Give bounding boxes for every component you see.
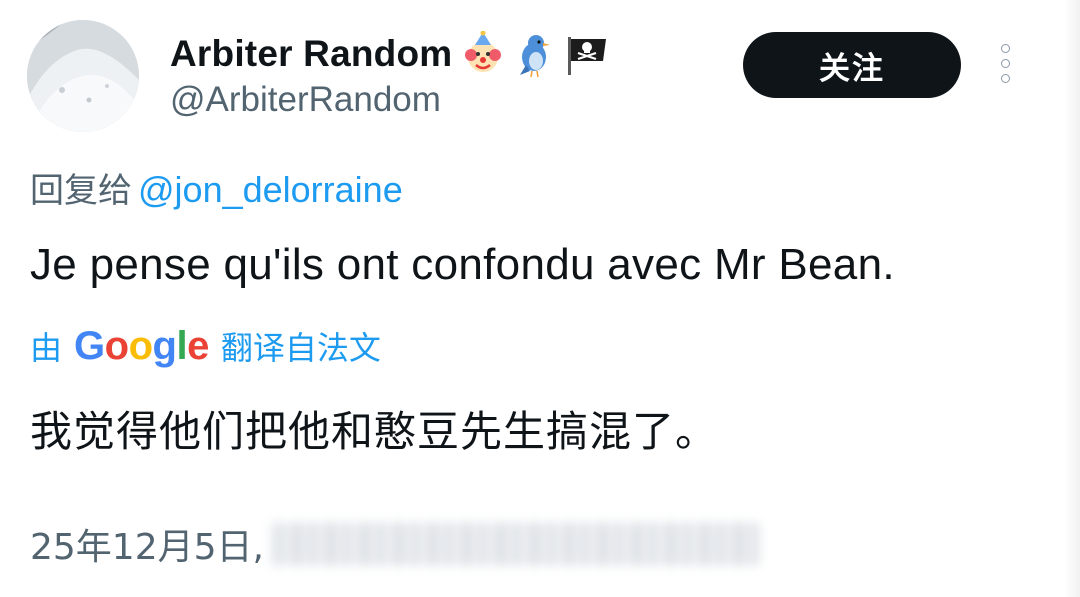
tweet-card: Arbiter Random @ArbiterRandom 关注 回复给 @jo… — [0, 0, 1080, 597]
reply-context: 回复给 @jon_delorraine — [30, 163, 403, 212]
display-name[interactable]: Arbiter Random — [170, 33, 452, 75]
name-row: Arbiter Random — [170, 28, 608, 80]
tweet-date[interactable]: 25年12月5日, — [30, 518, 264, 570]
blurred-time-and-views — [269, 522, 760, 566]
follow-button[interactable]: 关注 — [743, 32, 961, 98]
avatar[interactable] — [27, 20, 139, 132]
edge-shadow — [1064, 0, 1080, 597]
translated-text: 我觉得他们把他和憨豆先生搞混了。 — [30, 407, 719, 456]
tweet-meta: 25年12月5日, — [30, 518, 760, 570]
bird-emoji-icon — [514, 31, 556, 77]
translation-attribution[interactable]: 由 Google 翻译自法文 — [30, 323, 381, 369]
user-handle[interactable]: @ArbiterRandom — [170, 80, 441, 120]
reply-mention-link[interactable]: @jon_delorraine — [138, 169, 403, 210]
more-options-icon[interactable] — [995, 44, 1015, 86]
google-logo: Google — [74, 323, 209, 368]
pirate-flag-emoji-icon — [566, 31, 608, 77]
tweet-text: Je pense qu'ils ont confondu avec Mr Bea… — [30, 240, 895, 289]
clown-emoji-icon — [462, 31, 504, 77]
translation-prefix: 由 — [30, 329, 63, 367]
avatar-image — [27, 20, 139, 132]
reply-prefix: 回复给 — [30, 171, 132, 211]
translation-suffix: 翻译自法文 — [220, 329, 381, 367]
